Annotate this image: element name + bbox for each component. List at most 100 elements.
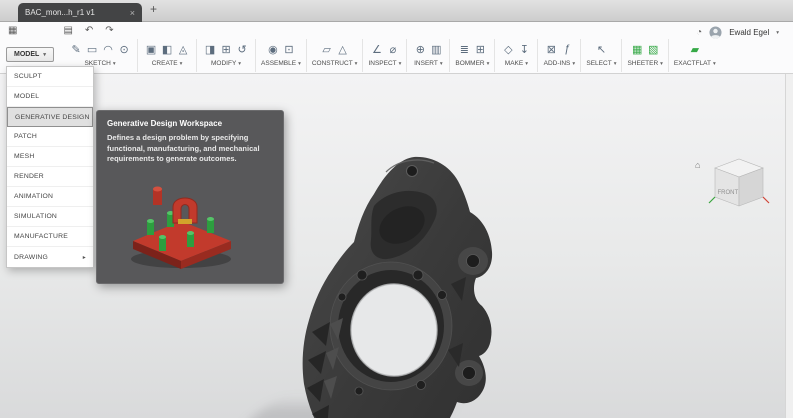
document-tab-title: BAC_mon...h_r1 v1	[25, 8, 95, 17]
view-cube-graphic[interactable]: FRONT	[695, 154, 771, 216]
workspace-menu-item-patch[interactable]: PATCH	[7, 127, 93, 147]
workspace-switcher-button[interactable]: MODEL ▾	[6, 47, 55, 62]
create-sketch-icon[interactable]: ✎	[68, 43, 84, 56]
group-label-text: SHEETER	[627, 60, 659, 67]
caret-down-icon: ▾	[660, 60, 663, 67]
new-tab-button[interactable]: +	[150, 2, 157, 16]
toolbar-group-label-add-ins[interactable]: ADD-INS ▾	[544, 60, 576, 67]
toolbar-group-insert: ⊕ ▥ INSERT ▾	[407, 39, 451, 72]
toolbar-group-label-assemble[interactable]: ASSEMBLE ▾	[261, 60, 301, 67]
insert-mesh-icon[interactable]: ⊕	[412, 43, 428, 56]
caret-down-icon[interactable]: ▾	[776, 30, 779, 36]
toolbar-group-label-bommer[interactable]: BOMMER ▾	[455, 60, 489, 67]
caret-down-icon: ▾	[179, 60, 183, 67]
toolbar-group-label-create[interactable]: CREATE ▾	[152, 60, 183, 67]
toolbar-group-label-insert[interactable]: INSERT ▾	[414, 60, 442, 67]
redo-icon[interactable]: ↷	[105, 25, 113, 36]
construction-plane-icon[interactable]: ▱	[319, 43, 335, 56]
toolbar-group-icons: ◉ ⊡	[265, 39, 297, 59]
toolbar-group-inspect: ∠ ⌀ INSPECT ▾	[363, 39, 408, 72]
caret-down-icon: ▾	[43, 51, 47, 58]
toolbar-group-icons: ▱ △	[319, 39, 351, 59]
app-grid-icon[interactable]: ▦	[8, 25, 17, 36]
toolbar-group-bommer: ≣ ⊞ BOMMER ▾	[450, 39, 496, 72]
sheeter-export-icon[interactable]: ▧	[645, 43, 661, 56]
toolbar-group-label-make[interactable]: MAKE ▾	[505, 60, 528, 67]
toolbar-group-label-construct[interactable]: CONSTRUCT ▾	[312, 60, 358, 67]
workspace-menu-item-sculpt[interactable]: SCULPT	[7, 67, 93, 87]
revolve-icon[interactable]: ◧	[159, 43, 175, 56]
bom-table-icon[interactable]: ≣	[456, 43, 472, 56]
quick-access-toolbar: ▦ ▤ ↶ ↷	[8, 25, 114, 36]
workspace-menu-item-animation[interactable]: ANIMATION	[7, 187, 93, 207]
caret-down-icon: ▾	[439, 60, 443, 67]
workspace-menu-item-manufacture[interactable]: MANUFACTURE	[7, 227, 93, 247]
caret-down-icon: ▾	[572, 60, 576, 67]
new-component-icon[interactable]: ⊡	[281, 43, 297, 56]
home-view-icon[interactable]: ⌂	[695, 160, 700, 170]
move-icon[interactable]: ↺	[234, 43, 250, 56]
caret-down-icon: ▾	[613, 60, 617, 67]
rectangle-tool-icon[interactable]: ▭	[84, 43, 100, 56]
section-analysis-icon[interactable]: ⌀	[385, 43, 401, 56]
menu-item-label: SCULPT	[14, 73, 43, 80]
sheeter-nest-icon[interactable]: ▦	[629, 43, 645, 56]
document-tab[interactable]: BAC_mon...h_r1 v1 ×	[18, 3, 142, 22]
exactflat-icon[interactable]: ▰	[687, 43, 703, 56]
user-avatar-icon[interactable]	[709, 26, 722, 39]
toolbar-group-label-sheeter[interactable]: SHEETER ▾	[627, 60, 662, 67]
toolbar-group-icons: ◇ ↧	[500, 39, 532, 59]
fillet-icon[interactable]: ⊞	[218, 43, 234, 56]
print-3d-icon[interactable]: ◇	[500, 43, 516, 56]
view-cube[interactable]: ⌂ FRONT	[695, 154, 771, 216]
arc-tool-icon[interactable]: ◠	[100, 43, 116, 56]
bom-settings-icon[interactable]: ⊞	[472, 43, 488, 56]
toolbar-group-icons: ✎ ▭ ◠ ⊙	[68, 39, 132, 59]
workspace-menu-item-render[interactable]: RENDER	[7, 167, 93, 187]
workspace-menu: SCULPT MODEL GENERATIVE DESIGN PATCH MES…	[6, 66, 94, 268]
select-cursor-icon[interactable]: ↖	[593, 43, 609, 56]
loft-icon[interactable]: ◬	[175, 43, 191, 56]
export-icon[interactable]: ↧	[516, 43, 532, 56]
menu-item-label: MANUFACTURE	[14, 233, 68, 240]
workspace-menu-item-model[interactable]: MODEL	[7, 87, 93, 107]
close-tab-icon[interactable]: ×	[130, 8, 135, 18]
toolbar-group-construct: ▱ △ CONSTRUCT ▾	[307, 39, 364, 72]
toolbar-group-icons: ▣ ◧ ◬	[143, 39, 191, 59]
group-label-text: ASSEMBLE	[261, 60, 297, 67]
workspace-menu-item-generative-design[interactable]: GENERATIVE DESIGN	[7, 107, 93, 127]
group-label-text: INSPECT	[368, 60, 397, 67]
application-bar: ▦ ▤ ↶ ↷ ◔ Ewald Egel ▾ MODEL ▾ ✎ ▭ ◠ ⊙ S…	[0, 22, 793, 74]
toolbar-group-icons: ↖	[593, 39, 609, 59]
group-label-text: MODIFY	[211, 60, 237, 67]
construction-axis-icon[interactable]: △	[335, 43, 351, 56]
cad-model-3d-part[interactable]	[286, 154, 514, 418]
toolbar-group-label-select[interactable]: SELECT ▾	[586, 60, 616, 67]
caret-down-icon: ▾	[112, 60, 116, 67]
decal-icon[interactable]: ▥	[428, 43, 444, 56]
group-label-text: CONSTRUCT	[311, 60, 353, 67]
extrude-icon[interactable]: ▣	[143, 43, 159, 56]
press-pull-icon[interactable]: ◨	[202, 43, 218, 56]
workspace-menu-item-mesh[interactable]: MESH	[7, 147, 93, 167]
window-scrollbar-strip[interactable]	[785, 74, 793, 418]
undo-icon[interactable]: ↶	[85, 25, 93, 36]
tooltip-body: Defines a design problem by specifying f…	[107, 133, 260, 163]
circle-tool-icon[interactable]: ⊙	[116, 43, 132, 56]
toolbar-group-label-modify[interactable]: MODIFY ▾	[211, 60, 241, 67]
joint-icon[interactable]: ◉	[265, 43, 281, 56]
toolbar-group-select: ↖ SELECT ▾	[581, 39, 623, 72]
job-status-icon[interactable]: ◔	[696, 27, 702, 38]
toolbar-group-label-inspect[interactable]: INSPECT ▾	[368, 60, 401, 67]
api-icon[interactable]: ƒ	[559, 43, 575, 55]
workspace-menu-item-simulation[interactable]: SIMULATION	[7, 207, 93, 227]
user-name[interactable]: Ewald Egel	[729, 28, 769, 37]
menu-item-label: GENERATIVE DESIGN	[15, 113, 90, 121]
save-icon[interactable]: ▤	[63, 25, 72, 36]
workspace-menu-item-drawing[interactable]: DRAWING ▸	[7, 247, 93, 267]
measure-icon[interactable]: ∠	[369, 43, 385, 56]
caret-down-icon: ▾	[486, 60, 490, 67]
group-label-text: SELECT	[586, 60, 612, 67]
toolbar-group-label-exactflat[interactable]: EXACTFLAT ▾	[674, 60, 716, 67]
scripts-addins-icon[interactable]: ⊠	[543, 43, 559, 56]
